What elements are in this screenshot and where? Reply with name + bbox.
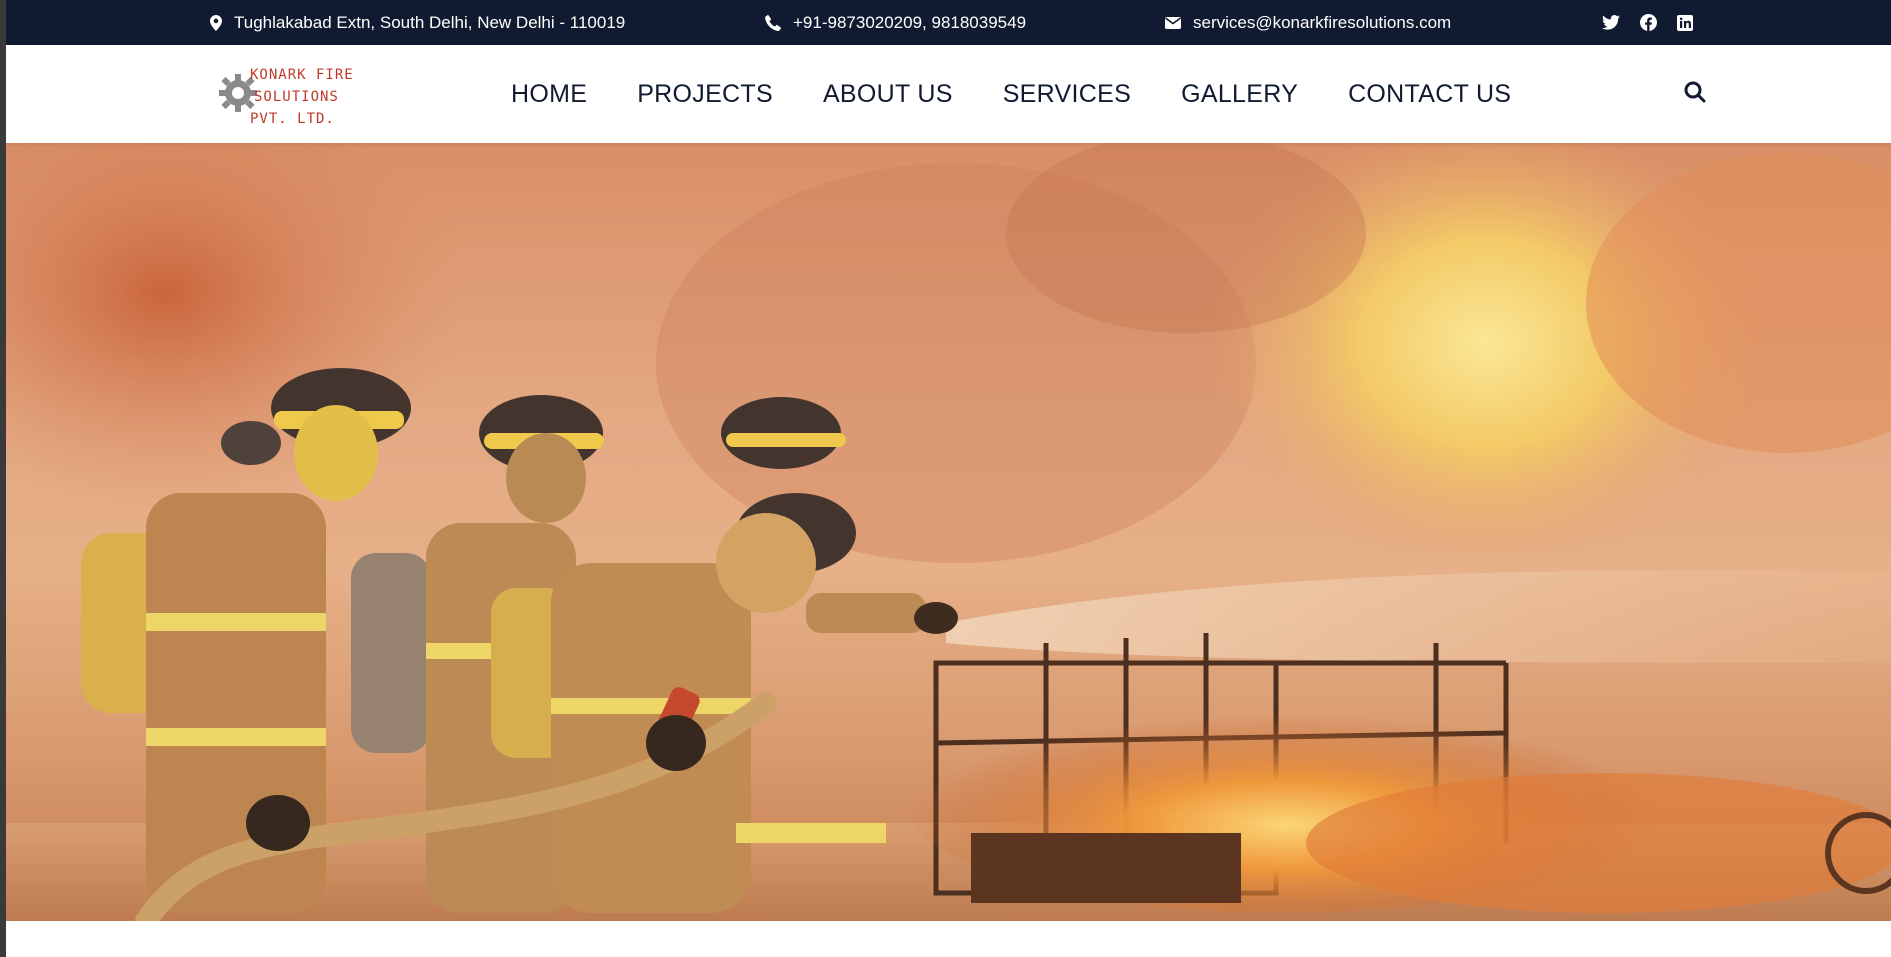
nav-item-gallery[interactable]: GALLERY bbox=[1181, 80, 1298, 109]
window-edge bbox=[0, 0, 6, 957]
nav-item-about-us[interactable]: ABOUT US bbox=[823, 80, 953, 109]
nav-item-contact-us[interactable]: CONTACT US bbox=[1348, 80, 1511, 109]
email-text[interactable]: services@konarkfiresolutions.com bbox=[1193, 13, 1451, 33]
company-logo[interactable]: KONARK FIRE SOLUTIONS PVT. LTD. bbox=[212, 55, 382, 133]
nav-item-home[interactable]: HOME bbox=[511, 80, 587, 109]
nav-item-services[interactable]: SERVICES bbox=[1003, 80, 1131, 109]
logo-text: KONARK FIRE SOLUTIONS PVT. LTD. bbox=[250, 64, 354, 130]
logo-line-3: PVT. LTD. bbox=[250, 111, 335, 127]
phone-info: +91-9873020209, 9818039549 bbox=[765, 0, 1026, 45]
page: Tughlakabad Extn, South Delhi, New Delhi… bbox=[0, 0, 1891, 957]
top-info-bar: Tughlakabad Extn, South Delhi, New Delhi… bbox=[6, 0, 1891, 45]
nav-item-projects[interactable]: PROJECTS bbox=[637, 80, 773, 109]
logo-line-2: SOLUTIONS bbox=[254, 89, 339, 105]
address-info: Tughlakabad Extn, South Delhi, New Delhi… bbox=[210, 0, 625, 45]
address-text: Tughlakabad Extn, South Delhi, New Delhi… bbox=[234, 12, 626, 32]
envelope-icon bbox=[1165, 16, 1181, 29]
search-button[interactable] bbox=[1684, 81, 1710, 107]
email-info: services@konarkfiresolutions.com bbox=[1165, 0, 1451, 45]
map-pin-icon bbox=[210, 14, 222, 31]
twitter-icon[interactable] bbox=[1602, 15, 1620, 30]
social-links bbox=[1602, 0, 1693, 45]
logo-line-1: KONARK FIRE bbox=[250, 67, 354, 83]
phone-icon bbox=[765, 14, 781, 31]
facebook-icon[interactable] bbox=[1640, 14, 1657, 31]
phone-text[interactable]: +91-9873020209, 9818039549 bbox=[793, 13, 1026, 33]
main-header: KONARK FIRE SOLUTIONS PVT. LTD. HOME PRO… bbox=[6, 45, 1891, 143]
main-navigation: HOME PROJECTS ABOUT US SERVICES GALLERY … bbox=[511, 45, 1561, 143]
linkedin-icon[interactable] bbox=[1677, 14, 1693, 31]
search-icon bbox=[1684, 81, 1706, 103]
hero-image bbox=[6, 143, 1891, 921]
content-area bbox=[6, 921, 1891, 957]
hero-banner bbox=[6, 143, 1891, 921]
